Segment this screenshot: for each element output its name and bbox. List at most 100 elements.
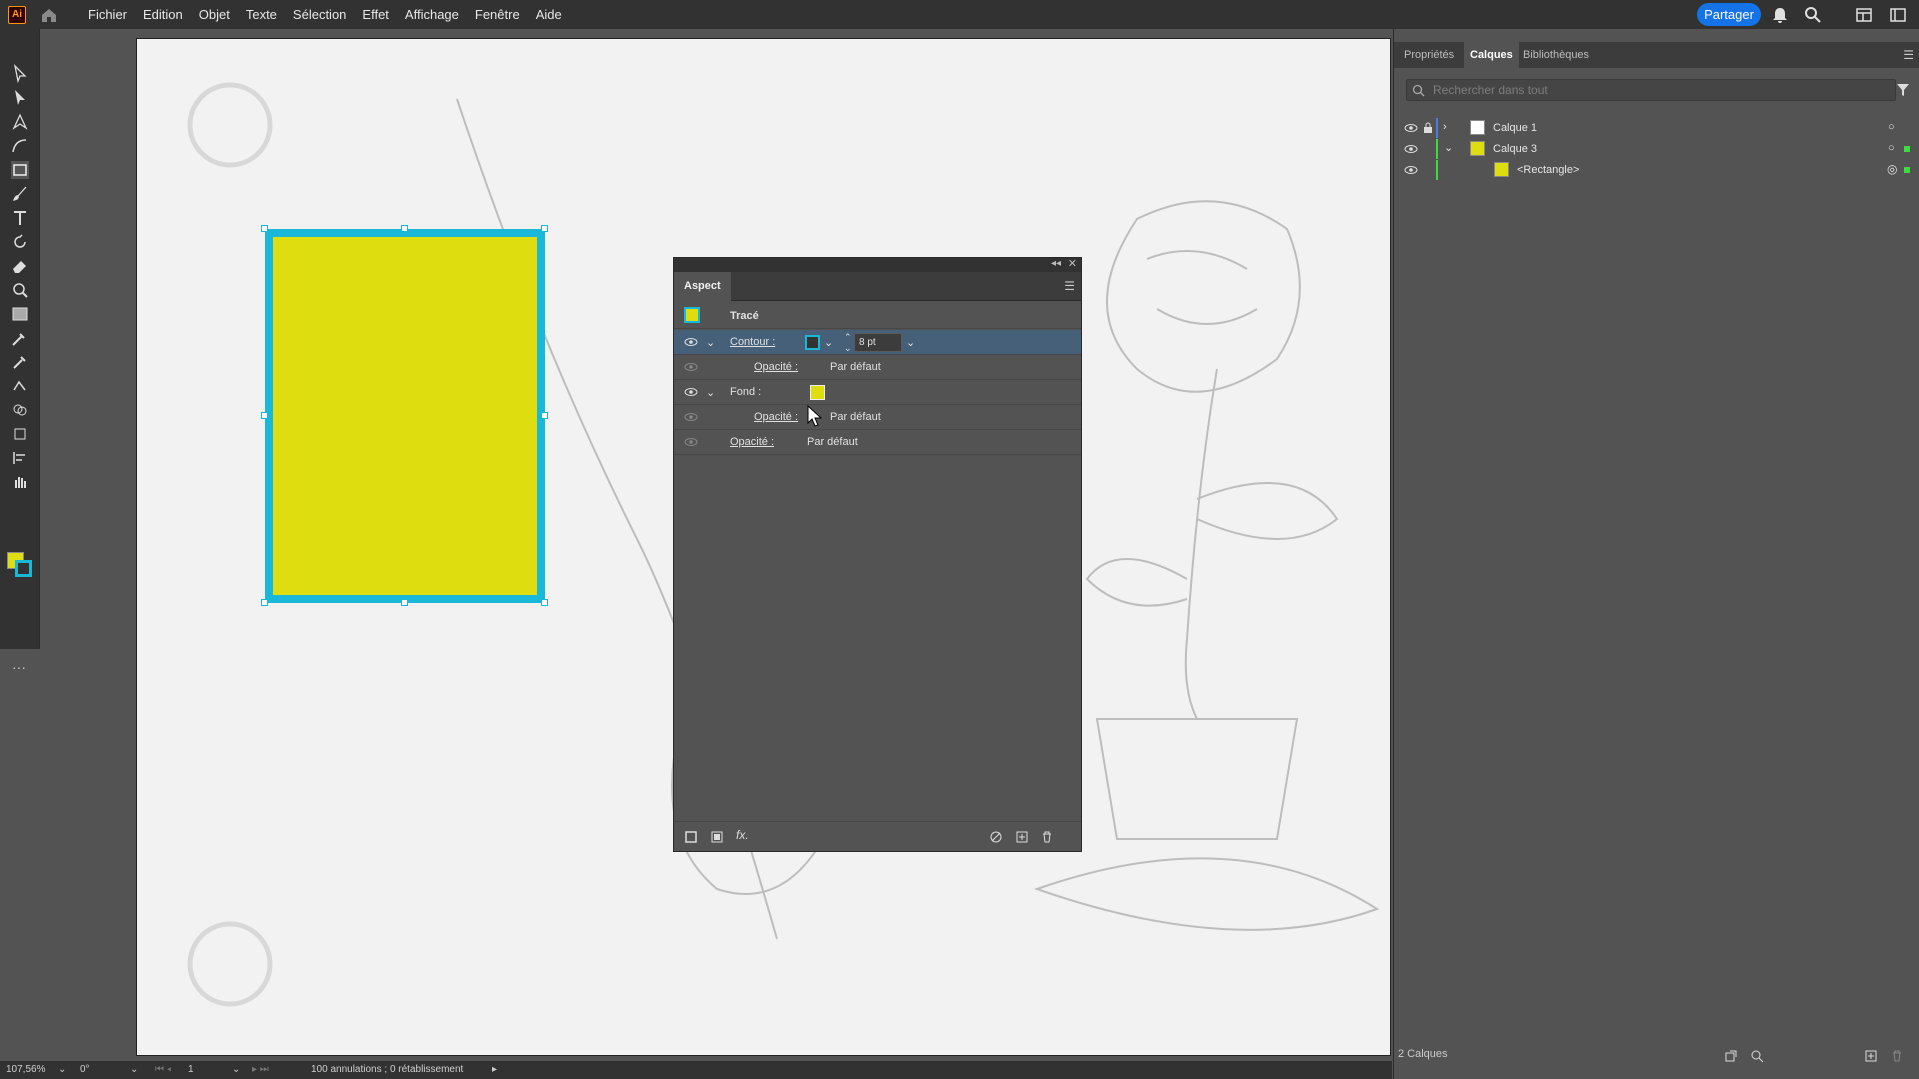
target-icon[interactable]: ◎ [1887,162,1897,176]
handle-bottom-left[interactable] [261,599,268,606]
opacity-label[interactable]: Opacité : [730,436,774,448]
tab-aspect[interactable]: Aspect [674,272,731,301]
chevron-down-icon[interactable]: ⌄ [706,336,715,349]
artboard-number[interactable]: 1 [188,1064,194,1075]
direct-selection-tool-icon[interactable] [10,88,30,108]
search-icon[interactable] [1803,5,1823,25]
opacity-row[interactable]: Opacité : Par défaut [674,430,1081,455]
menu-edition[interactable]: Edition [135,0,191,29]
workspace-icon[interactable] [1854,5,1874,25]
menu-effet[interactable]: Effet [354,0,397,29]
rotate-tool-icon[interactable] [10,232,30,252]
stepper-icon[interactable]: ⌃ ⌄ [844,332,852,354]
selected-rectangle[interactable] [265,229,545,603]
menu-affichage[interactable]: Affichage [397,0,467,29]
eye-icon[interactable] [684,336,698,348]
chevron-right-icon[interactable]: › [1443,121,1447,133]
curvature-tool-icon[interactable] [10,136,30,156]
eye-icon[interactable] [684,411,698,423]
layer-name[interactable]: <Rectangle> [1517,164,1579,176]
fill-color-swatch[interactable] [810,385,825,400]
menu-fenetre[interactable]: Fenêtre [467,0,528,29]
menu-texte[interactable]: Texte [238,0,285,29]
trash-icon[interactable] [1040,830,1054,844]
share-button[interactable]: Partager [1697,3,1761,26]
locate-object-icon[interactable] [1750,1049,1764,1063]
menu-selection[interactable]: Sélection [285,0,354,29]
aspect-panel-titlebar[interactable]: ◂◂ ✕ [674,258,1081,272]
selection-tool-icon[interactable] [10,64,30,84]
handle-top-left[interactable] [261,225,268,232]
handle-middle-left[interactable] [261,412,268,419]
layer-row-calque-1[interactable]: › Calque 1 ○ [1394,118,1919,138]
add-fill-icon[interactable] [710,830,724,844]
layers-search-input[interactable]: Rechercher dans tout [1406,79,1896,101]
pen-tool-icon[interactable] [10,112,30,132]
fx-icon[interactable]: fx. [736,828,749,842]
chevron-down-icon[interactable]: ⌄ [1444,141,1453,154]
home-icon[interactable] [40,6,58,24]
type-tool-icon[interactable] [10,208,30,228]
stroke-weight-dropdown-icon[interactable]: ⌄ [906,336,915,349]
menu-aide[interactable]: Aide [528,0,570,29]
fill-opacity-label[interactable]: Opacité : [754,411,798,423]
selection-indicator[interactable] [1904,146,1910,152]
eye-icon[interactable] [1404,143,1418,155]
handle-bottom-right[interactable] [541,599,548,606]
puppet-warp-tool-icon[interactable] [10,376,30,396]
rotation-value[interactable]: 0° [80,1064,90,1075]
align-tool-icon[interactable] [10,448,30,468]
handle-middle-right[interactable] [541,412,548,419]
eye-icon[interactable] [684,386,698,398]
lock-icon[interactable] [1423,122,1433,134]
eye-icon[interactable] [684,361,698,373]
more-tools-icon[interactable]: ··· [12,659,26,675]
eyedropper-tool-icon[interactable] [10,352,30,372]
menu-objet[interactable]: Objet [191,0,238,29]
paintbrush-tool-icon[interactable] [10,184,30,204]
stroke-weight-input[interactable]: 8 pt [854,333,902,352]
target-icon[interactable]: ○ [1888,121,1895,133]
handle-bottom-center[interactable] [401,599,408,606]
filter-icon[interactable] [1896,83,1910,97]
eraser-tool-icon[interactable] [10,256,30,276]
handle-top-center[interactable] [401,225,408,232]
mesh-tool-icon[interactable] [10,328,30,348]
chevron-down-icon[interactable]: ⌄ [232,1064,240,1075]
chevron-down-icon[interactable]: ⌄ [130,1064,138,1075]
handle-top-right[interactable] [541,225,548,232]
eye-icon[interactable] [1404,164,1418,176]
panel-menu-icon[interactable]: ☰ [1903,48,1914,62]
rectangle-tool-icon[interactable] [10,160,30,180]
chevron-down-icon[interactable]: ⌄ [706,386,715,399]
tab-calques[interactable]: Calques [1464,42,1519,68]
collect-export-icon[interactable] [1724,1049,1738,1063]
layer-name[interactable]: Calque 1 [1493,122,1537,134]
tab-proprietes[interactable]: Propriétés [1398,42,1460,68]
target-icon[interactable]: ○ [1888,142,1895,154]
window-icon[interactable] [1888,5,1908,25]
fill-opacity-row[interactable]: Opacité : Par défaut [674,405,1081,430]
panel-menu-icon[interactable]: ☰ [1064,279,1075,293]
tab-bibliotheques[interactable]: Bibliothèques [1517,42,1595,68]
zoom-level[interactable]: 107,56% [6,1064,45,1075]
zoom-tool-icon[interactable] [10,280,30,300]
close-icon[interactable]: ✕ [1068,257,1077,270]
stroke-label[interactable]: Contour : [730,336,775,348]
new-layer-icon[interactable] [1864,1049,1878,1063]
nav-first-icon[interactable]: ⏮ ◂ [155,1064,171,1075]
stroke-opacity-label[interactable]: Opacité : [754,361,798,373]
selection-indicator[interactable] [1904,167,1910,173]
fill-row[interactable]: ⌄ Fond : [674,380,1081,405]
layer-name[interactable]: Calque 3 [1493,143,1537,155]
stroke-opacity-row[interactable]: Opacité : Par défaut [674,355,1081,380]
bell-icon[interactable] [1770,5,1790,25]
gradient-tool-icon[interactable] [10,304,30,324]
menu-fichier[interactable]: Fichier [80,0,135,29]
shape-builder-tool-icon[interactable] [10,400,30,420]
layer-row-rectangle[interactable]: <Rectangle> ◎ [1394,160,1919,180]
layer-row-calque-3[interactable]: ⌄ Calque 3 ○ [1394,139,1919,159]
eye-icon[interactable] [1404,122,1418,134]
stroke-color-dropdown-icon[interactable]: ⌄ [824,336,833,349]
collapse-icon[interactable]: ◂◂ [1051,258,1061,269]
